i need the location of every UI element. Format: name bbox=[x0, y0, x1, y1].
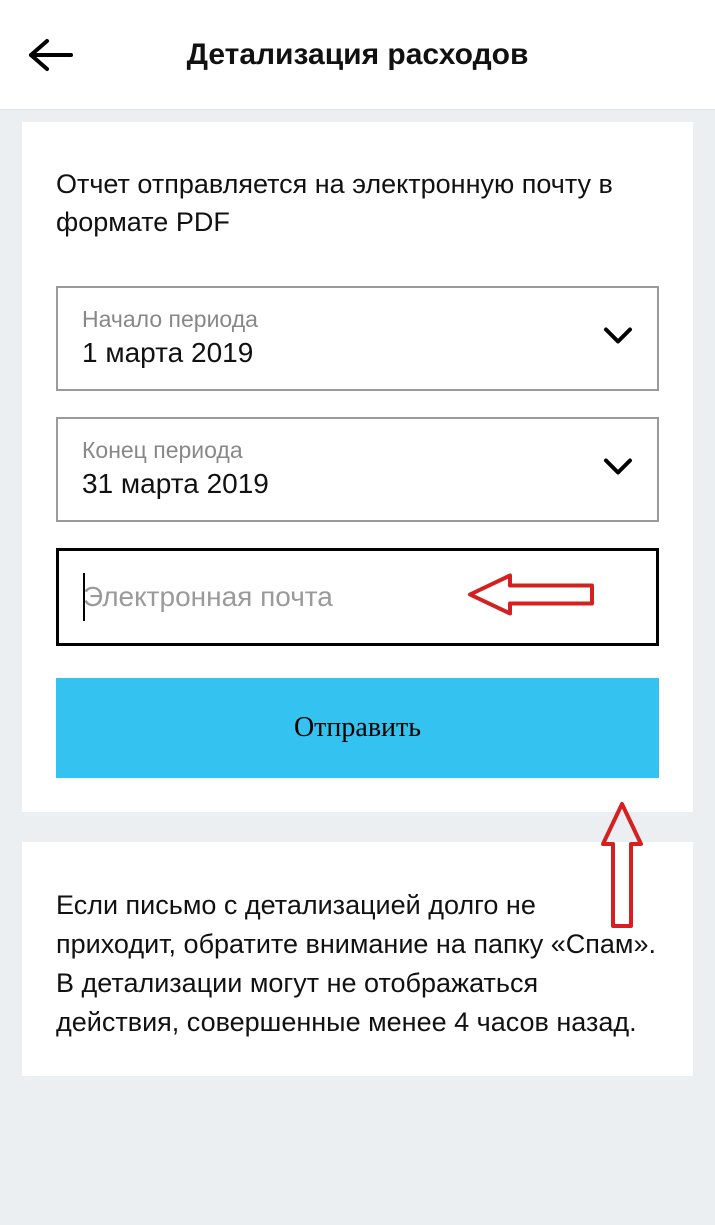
submit-button[interactable]: Отправить bbox=[56, 678, 659, 778]
arrow-left-icon bbox=[27, 37, 73, 73]
end-period-value: 31 марта 2019 bbox=[82, 468, 633, 500]
intro-text: Отчет отправляется на электронную почту … bbox=[56, 166, 659, 242]
form-card: Отчет отправляется на электронную почту … bbox=[22, 122, 693, 812]
text-cursor bbox=[83, 573, 85, 621]
back-button[interactable] bbox=[20, 25, 80, 85]
note-text: Если письмо с детализацией долго не прих… bbox=[56, 886, 659, 1043]
email-placeholder: Электронная почта bbox=[83, 581, 333, 612]
chevron-down-icon bbox=[603, 458, 633, 481]
start-period-value: 1 марта 2019 bbox=[82, 337, 633, 369]
end-period-field[interactable]: Конец периода 31 марта 2019 bbox=[56, 417, 659, 522]
email-field[interactable]: Электронная почта bbox=[56, 548, 659, 646]
end-period-label: Конец периода bbox=[82, 437, 633, 464]
annotation-arrow-left-icon bbox=[466, 567, 596, 626]
app-header: Детализация расходов bbox=[0, 0, 715, 110]
start-period-field[interactable]: Начало периода 1 марта 2019 bbox=[56, 286, 659, 391]
start-period-label: Начало периода bbox=[82, 306, 633, 333]
note-card: Если письмо с детализацией долго не прих… bbox=[22, 842, 693, 1077]
page-title: Детализация расходов bbox=[80, 38, 635, 72]
chevron-down-icon bbox=[603, 327, 633, 350]
